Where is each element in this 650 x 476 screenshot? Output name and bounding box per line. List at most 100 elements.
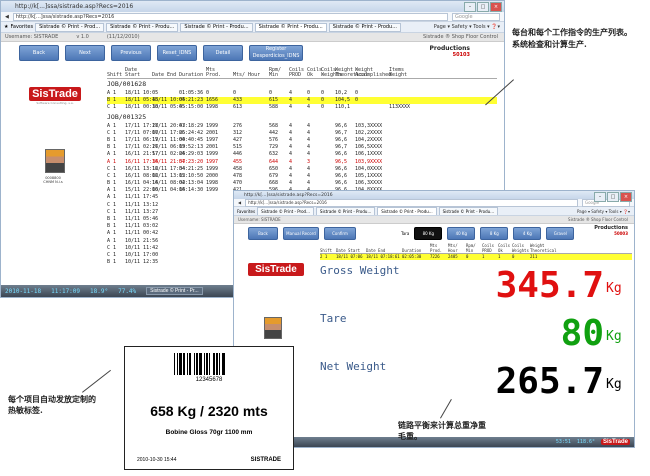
minimize-icon[interactable]: – xyxy=(594,192,606,202)
close-icon[interactable]: × xyxy=(620,192,632,202)
column-header[interactable]: Mts/ Hour xyxy=(233,73,269,78)
next-button[interactable]: Next xyxy=(65,45,105,61)
browser-tab[interactable]: Sistrade © Print - Produ... xyxy=(254,22,327,32)
column-header[interactable]: Coils Ok xyxy=(307,68,322,78)
back-button[interactable]: Back xyxy=(248,227,278,240)
table-row[interactable]: A 1 16/11 21:57 17/11 02:26 04:29:03 1999 446… xyxy=(107,151,497,158)
table-cell xyxy=(389,130,421,137)
tare-80kg-button[interactable]: 80 Kg xyxy=(414,227,443,240)
column-header[interactable]: Weight Theoretical xyxy=(530,243,557,253)
reset-button[interactable]: Reset_IDNS xyxy=(157,45,197,61)
table-row[interactable]: A 1 16/11 17:34 16/11 21:57 04:23:20 1997 455… xyxy=(107,159,497,166)
column-header[interactable]: Date Start xyxy=(336,248,366,253)
table-cell: A 1 xyxy=(107,122,117,129)
table-cell xyxy=(152,216,179,223)
column-header[interactable]: Coils Ok xyxy=(498,243,512,253)
browser-tab[interactable]: Sistrade © Print - Produ... xyxy=(106,22,179,32)
column-header[interactable]: Rpm/ Min xyxy=(466,243,482,253)
search-input[interactable]: Google xyxy=(452,12,500,21)
table-cell: 96,6 xyxy=(335,180,348,187)
column-header[interactable]: Shift xyxy=(320,248,336,253)
gravel-button[interactable]: Gravel xyxy=(546,227,575,240)
tare-4kg-button[interactable]: 4 Kg xyxy=(513,227,542,240)
browser-tab[interactable]: Sistrade © Print - Produ... xyxy=(328,22,401,32)
table-cell: 650 xyxy=(269,165,279,172)
browser-tab[interactable]: Sistrade © Print - Produ... xyxy=(377,207,437,215)
browser-tab[interactable]: Sistrade © Print - Produ... xyxy=(438,207,499,215)
table-cell: B 1 xyxy=(107,223,117,230)
table-cell: 05:10:50 xyxy=(179,172,204,179)
manual-record-button[interactable]: Manual Record xyxy=(283,227,319,240)
tare-40kg-button[interactable]: 40 Kg xyxy=(447,227,476,240)
column-header[interactable]: Mts/ Hour xyxy=(448,243,466,253)
table-row[interactable]: A 1 18/11 10:05 01:05:36 0 0 0 4 0 0 10,2 0 xyxy=(107,90,497,97)
table-cell: C 1 xyxy=(107,129,117,136)
browser-menu[interactable]: Page ▾ Safety ▾ Tools ▾ ❓▾ xyxy=(434,24,504,30)
register-waste-button[interactable]: Register Desperdicios_IDNS xyxy=(249,45,303,61)
back-button[interactable]: Back xyxy=(19,45,59,61)
table-row[interactable]: C 1 18/11 00:30 18/11 05:45 05:15:00 1998 613… xyxy=(107,104,497,111)
column-header[interactable]: Coils Weights xyxy=(512,243,530,253)
browser-tab[interactable]: Sistrade © Print - Prod... xyxy=(35,22,105,32)
column-header[interactable]: Weight Accomplished xyxy=(355,68,391,78)
column-header[interactable]: Coils PROD xyxy=(289,68,307,78)
table-cell: 16/11 08:02 xyxy=(152,180,186,187)
column-header[interactable]: Duration xyxy=(402,248,430,253)
job-heading[interactable]: JOB/001628 xyxy=(107,79,497,90)
table-row[interactable]: B 1 17/11 06:19 17/11 11:00 04:40:45 1997 427… xyxy=(107,137,497,144)
address-bar-row: ◀ http://k[...]ssa/sistrade.asp?Recs=201… xyxy=(234,198,634,207)
job-heading[interactable]: JOB/001325 xyxy=(107,112,497,123)
browser-tab[interactable]: Sistrade © Print - Produ... xyxy=(315,207,376,215)
column-header[interactable]: Duration xyxy=(179,73,206,78)
tare-weight-label: Tare xyxy=(320,312,347,325)
close-icon[interactable]: × xyxy=(490,2,502,12)
favorites-star-icon[interactable]: ★ xyxy=(4,24,8,30)
previous-button[interactable]: Previous xyxy=(111,45,151,61)
table-row[interactable]: B 1 17/11 02:26 17/11 06:19 03:52:13 2001 515… xyxy=(107,144,497,151)
column-header[interactable]: Mts Prod. xyxy=(206,68,233,78)
status-temperature: 18.9° xyxy=(90,287,109,295)
column-header[interactable]: Date Start xyxy=(125,68,152,78)
column-header[interactable]: Date End xyxy=(366,248,402,253)
table-row[interactable]: A 1 17/11 17:28 17/11 20:43 07:18:29 1999 276… xyxy=(107,123,497,130)
browser-tab[interactable]: Sistrade © Print - Produ... xyxy=(180,22,253,32)
table-cell: 1999 xyxy=(206,122,219,129)
table-row[interactable]: C 1 17/11 07:00 17/11 17:25 06:24:42 2001 312… xyxy=(107,130,497,137)
table-cell: 17/11 07:00 xyxy=(125,129,159,136)
confirm-button[interactable]: Confirm xyxy=(324,227,356,240)
table-cell: 06:14:30 xyxy=(179,187,204,194)
table-row[interactable]: C 1 16/11 13:12 16/11 17:34 04:21:25 1999 458… xyxy=(107,166,497,173)
column-header[interactable]: Rpm/ Min xyxy=(269,68,289,78)
back-arrow-icon[interactable]: ◀ xyxy=(238,200,241,205)
column-header[interactable]: Items Weight xyxy=(389,68,421,78)
column-header[interactable]: Weight Theoretical xyxy=(335,68,368,78)
table-cell: 433 xyxy=(233,97,243,104)
table-cell xyxy=(152,252,179,259)
maximize-icon[interactable]: □ xyxy=(607,192,619,202)
table-row[interactable]: C 1 16/11 08:02 16/11 13:12 05:10:50 2000 478… xyxy=(107,173,497,180)
table-cell: 105,1XXXX xyxy=(355,172,383,179)
label-product: Bobine Gloss 70gr 1100 mm xyxy=(165,429,253,436)
back-arrow-icon[interactable]: ◀ xyxy=(5,14,9,20)
column-header[interactable]: Shift xyxy=(107,73,125,78)
browser-tab[interactable]: Sistrade © Print - Prod... xyxy=(257,207,314,215)
maximize-icon[interactable]: □ xyxy=(477,2,489,12)
favorites-link[interactable]: Favorites xyxy=(10,24,33,30)
table-row[interactable]: 2 1 18/11 07:06 18/11 07:18:61 02:05:30 7226… xyxy=(320,254,632,260)
column-header[interactable]: Coils Weights xyxy=(321,68,342,78)
favorites-link[interactable]: Favorites xyxy=(237,209,255,214)
address-input[interactable]: http://k[...]ssa/sistrade.asp?Recs=2016 xyxy=(12,12,448,21)
browser-menu[interactable]: Page ▾ Safety ▾ Tools ▾ ❓▾ xyxy=(577,209,634,214)
column-header[interactable]: Coils PROD xyxy=(482,243,498,253)
table-cell: 4 xyxy=(289,158,293,165)
address-input[interactable]: http://k[...]ssa/sistrade.asp?Recs=2016 xyxy=(245,198,578,207)
table-row[interactable]: B 1 16/11 04:14 16/11 08:02 04:13:04 1998 470… xyxy=(107,180,497,187)
column-header[interactable]: Mts Prod. xyxy=(430,243,448,253)
version-text: v 1.0 xyxy=(76,34,89,40)
table-row[interactable]: B 1 18/11 05:45 18/11 10:05 04:21:23 1656 433… xyxy=(107,97,497,105)
column-header[interactable]: Date End xyxy=(152,73,179,78)
taskbar-item[interactable]: Sistrade © Print - Pr... xyxy=(146,287,203,295)
tare-8kg-button[interactable]: 8 Kg xyxy=(480,227,509,240)
detail-button[interactable]: Detail xyxy=(203,45,243,61)
minimize-icon[interactable]: – xyxy=(464,2,476,12)
